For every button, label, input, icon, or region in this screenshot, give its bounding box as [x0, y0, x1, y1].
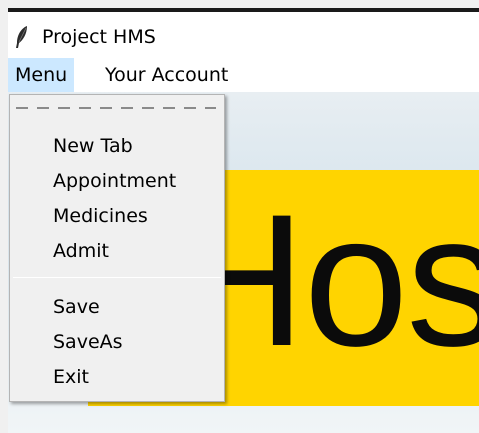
- menu-item-save[interactable]: Save: [10, 290, 224, 324]
- feather-icon: [14, 25, 30, 49]
- menu-bar: Menu Your Account: [8, 58, 479, 92]
- menu-item-saveas[interactable]: SaveAs: [10, 325, 224, 359]
- menu-your-account[interactable]: Your Account: [98, 58, 235, 92]
- app-window: Project HMS Menu Your Account Hos New Ta…: [0, 0, 479, 433]
- menu-dropdown: New Tab Appointment Medicines Admit Save…: [9, 94, 225, 402]
- tearoff-line[interactable]: [16, 107, 216, 109]
- menu-item-new-tab[interactable]: New Tab: [10, 129, 224, 163]
- title-bar: Project HMS: [8, 12, 479, 58]
- menu-item-appointment[interactable]: Appointment: [10, 164, 224, 198]
- window-title: Project HMS: [42, 26, 156, 48]
- menu-item-medicines[interactable]: Medicines: [10, 199, 224, 233]
- menu-item-exit[interactable]: Exit: [10, 360, 224, 394]
- menu-menu[interactable]: Menu: [8, 58, 75, 92]
- menu-item-admit[interactable]: Admit: [10, 234, 224, 268]
- menu-separator: [13, 277, 221, 278]
